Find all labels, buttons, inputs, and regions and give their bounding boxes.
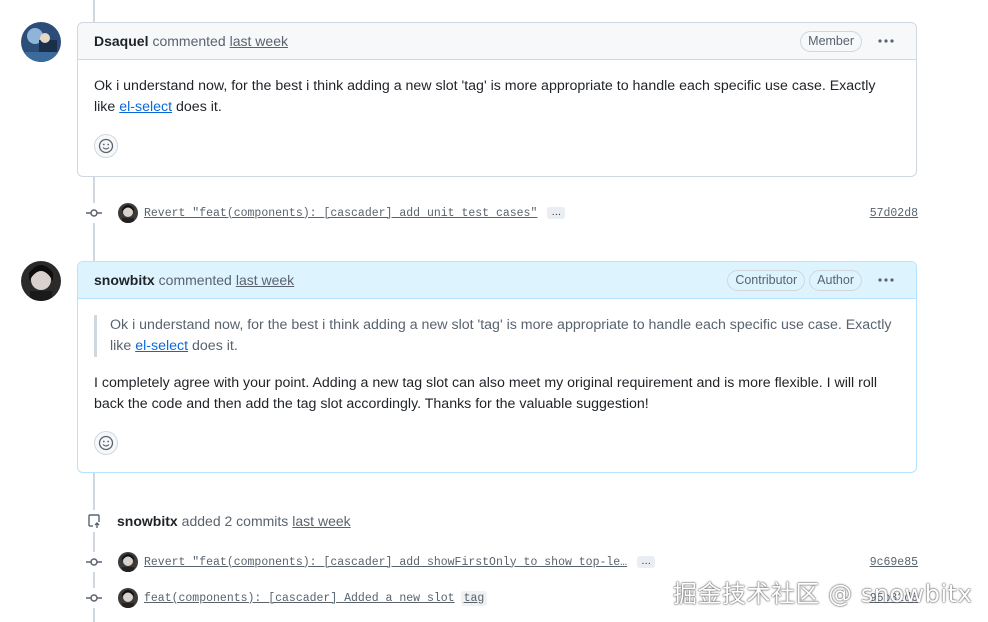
comment-body: Ok i understand now, for the best i thin… bbox=[78, 299, 916, 471]
comment-header: Dsaquel commented last week Member bbox=[78, 23, 916, 60]
member-badge: Member bbox=[800, 30, 862, 52]
avatar-snowbitx[interactable] bbox=[21, 261, 61, 301]
add-reaction-button[interactable] bbox=[94, 134, 118, 158]
comment-action: commented bbox=[158, 272, 232, 288]
avatar-snowbitx-image bbox=[21, 261, 61, 301]
commit-row: Revert "feat(components): [cascader] add… bbox=[84, 202, 918, 224]
contributor-badge: Contributor bbox=[727, 269, 806, 291]
quoted-reply: Ok i understand now, for the best i thin… bbox=[94, 315, 900, 357]
timeline-event-added-commits: snowbitx added 2 commits last week bbox=[83, 510, 351, 532]
comment-action: commented bbox=[152, 33, 226, 49]
commit-avatar-image bbox=[118, 552, 138, 572]
repo-push-icon bbox=[83, 510, 105, 532]
comment-card-dsaquel: Dsaquel commented last week Member Ok i … bbox=[77, 22, 917, 177]
author-badge: Author bbox=[809, 269, 862, 291]
comment-body: Ok i understand now, for the best i thin… bbox=[78, 60, 916, 174]
smiley-icon bbox=[98, 435, 114, 451]
quote-text-suffix: does it. bbox=[188, 338, 238, 354]
smiley-icon bbox=[98, 138, 114, 154]
event-author[interactable]: snowbitx bbox=[117, 513, 178, 529]
avatar-dsaquel-image bbox=[21, 22, 61, 62]
commit-expand-button[interactable]: … bbox=[547, 207, 566, 219]
event-time-link[interactable]: last week bbox=[292, 513, 350, 529]
event-action: added 2 commits bbox=[181, 513, 289, 529]
add-reaction-button[interactable] bbox=[94, 431, 118, 455]
avatar-dsaquel[interactable] bbox=[21, 22, 61, 62]
git-commit-icon bbox=[84, 552, 104, 572]
comment-options-button[interactable] bbox=[872, 31, 900, 51]
git-commit-icon bbox=[84, 588, 104, 608]
commit-row: Revert "feat(components): [cascader] add… bbox=[84, 551, 918, 573]
commit-sha-link[interactable]: 57d02d8 bbox=[870, 207, 918, 220]
commit-message-link[interactable]: Revert "feat(components): [cascader] add… bbox=[144, 556, 627, 569]
comment-time-link[interactable]: last week bbox=[236, 272, 294, 288]
commit-avatar[interactable] bbox=[118, 203, 138, 223]
commit-message-link[interactable]: feat(components): [cascader] Added a new… bbox=[144, 592, 455, 605]
comment-card-snowbitx: snowbitx commented last week Contributor… bbox=[77, 261, 917, 473]
git-commit-icon bbox=[84, 203, 104, 223]
commit-avatar[interactable] bbox=[118, 552, 138, 572]
commit-sha-link[interactable]: 9c69e85 bbox=[870, 556, 918, 569]
commit-avatar-image bbox=[118, 588, 138, 608]
commit-expand-button[interactable]: … bbox=[637, 556, 656, 568]
comment-author[interactable]: snowbitx bbox=[94, 272, 155, 288]
watermark: 掘金技术社区 @ snowbitx bbox=[673, 580, 973, 608]
el-select-link[interactable]: el-select bbox=[135, 338, 188, 354]
comment-text: I completely agree with your point. Addi… bbox=[94, 375, 878, 412]
comment-time-link[interactable]: last week bbox=[230, 33, 288, 49]
comment-header: snowbitx commented last week Contributor… bbox=[78, 262, 916, 299]
kebab-horizontal-icon bbox=[878, 278, 894, 282]
commit-code-tag[interactable]: tag bbox=[460, 590, 488, 606]
commit-message-link[interactable]: Revert "feat(components): [cascader] add… bbox=[144, 207, 537, 220]
comment-author[interactable]: Dsaquel bbox=[94, 33, 148, 49]
commit-avatar[interactable] bbox=[118, 588, 138, 608]
comment-options-button[interactable] bbox=[872, 270, 900, 290]
kebab-horizontal-icon bbox=[878, 39, 894, 43]
comment-text: Ok i understand now, for the best i thin… bbox=[94, 76, 900, 118]
commit-avatar-image bbox=[118, 203, 138, 223]
el-select-link[interactable]: el-select bbox=[119, 99, 172, 115]
comment-text-suffix: does it. bbox=[172, 99, 222, 115]
